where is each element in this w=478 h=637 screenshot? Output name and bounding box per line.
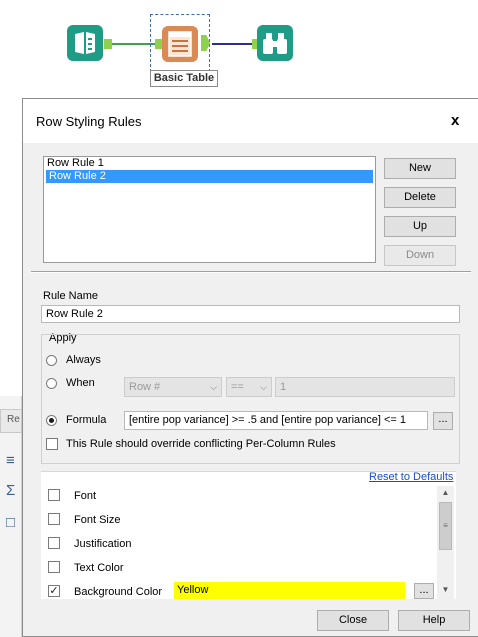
up-button[interactable]: Up [384,216,456,237]
sum-icon[interactable]: Σ [6,482,20,500]
font-size-checkbox[interactable] [48,513,60,525]
color-browse-button[interactable]: ... [414,583,434,599]
style-options-panel [41,471,456,599]
list-icon[interactable]: ≡ [6,452,20,470]
reset-to-defaults-link[interactable]: Reset to Defaults [369,471,453,483]
table-icon [168,31,192,57]
when-label: When [66,377,95,389]
when-operator-value: == [231,381,244,393]
input-data-tool[interactable] [67,25,103,61]
browse-tool[interactable] [257,25,293,61]
when-field-select: Row # ⌵ [124,377,222,397]
always-radio[interactable] [46,355,57,366]
new-button[interactable]: New [384,158,456,179]
justification-checkbox[interactable] [48,537,60,549]
override-label: This Rule should override conflicting Pe… [66,438,336,450]
dialog-titlebar: Row Styling Rules x [23,99,478,143]
workflow-canvas[interactable]: Basic Table [0,0,478,98]
formula-radio[interactable] [46,415,57,426]
when-field-value: Row # [129,381,161,393]
close-icon[interactable]: x [451,112,459,129]
style-options-scrollbar[interactable]: ▲ ≡ ▼ [437,486,454,599]
background-color-checkbox[interactable]: ✓ [48,585,60,597]
rule-name-label: Rule Name [43,290,99,302]
book-icon [75,32,95,54]
rules-list[interactable]: Row Rule 1 Row Rule 2 [43,156,376,263]
close-button[interactable]: Close [317,610,389,631]
override-checkbox[interactable] [46,438,58,450]
rule-name-field[interactable]: Row Rule 2 [41,305,460,323]
side-panel-tab[interactable]: Re [0,409,22,433]
always-label: Always [66,354,101,366]
square-icon[interactable]: □ [6,514,20,532]
formula-browse-button[interactable]: ... [433,412,453,430]
formula-label: Formula [66,414,107,426]
dialog-title: Row Styling Rules [36,114,142,129]
background-color-label: Background Color [74,586,163,598]
row-styling-dialog: Row Styling Rules x Row Rule 1 Row Rule … [22,98,478,637]
binoculars-icon [263,33,287,54]
tool-label: Basic Table [150,70,218,87]
basic-table-tool[interactable] [162,26,198,62]
down-button[interactable]: Down [384,245,456,266]
divider [31,271,471,273]
font-checkbox[interactable] [48,489,60,501]
background-color-swatch[interactable]: Yellow [174,582,405,599]
font-size-label: Font Size [74,514,121,526]
rule-list-item-2[interactable]: Row Rule 2 [46,170,373,183]
text-color-checkbox[interactable] [48,561,60,573]
justification-label: Justification [74,538,132,550]
scroll-up-icon[interactable]: ▲ [437,486,454,500]
when-operator-select: == ⌵ [226,377,272,397]
text-color-label: Text Color [74,562,124,574]
chevron-down-icon: ⌵ [210,382,217,392]
scroll-thumb[interactable]: ≡ [439,502,452,550]
connection-line-2 [212,43,254,45]
when-value-field: 1 [275,377,455,397]
help-button[interactable]: Help [398,610,470,631]
font-label: Font [74,490,97,502]
delete-button[interactable]: Delete [384,187,456,208]
output-anchor[interactable] [104,39,112,49]
when-radio[interactable] [46,378,57,389]
rule-list-item-1[interactable]: Row Rule 1 [44,157,375,170]
formula-field[interactable]: [entire pop variance] >= .5 and [entire … [124,411,428,430]
chevron-down-icon: ⌵ [260,382,267,392]
scroll-down-icon[interactable]: ▼ [437,583,454,597]
